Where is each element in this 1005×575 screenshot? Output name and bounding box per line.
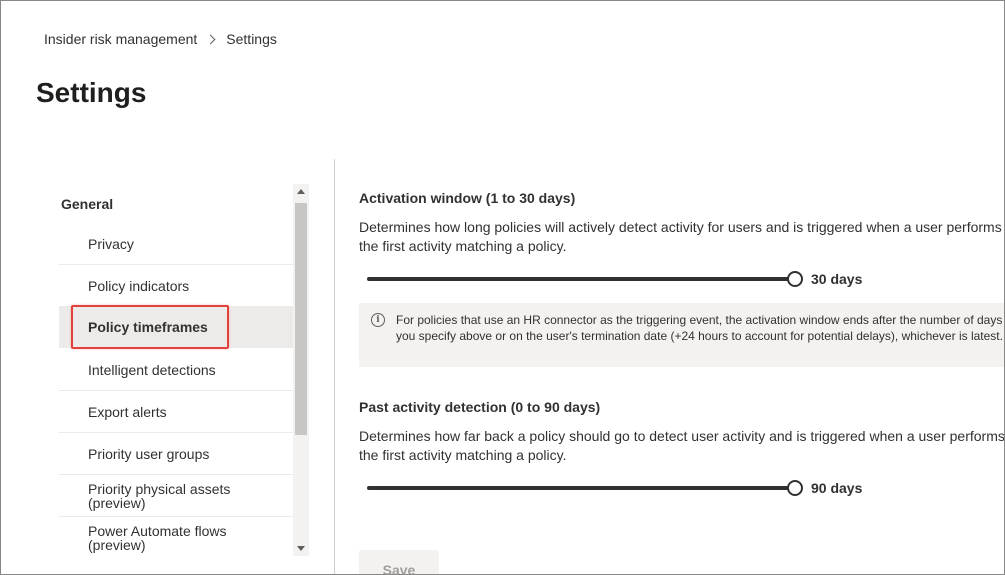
nav-item-priority-user-groups[interactable]: Priority user groups xyxy=(59,434,293,475)
activation-window-value: 30 days xyxy=(811,271,863,287)
content-divider xyxy=(334,159,335,574)
slider-track[interactable] xyxy=(367,486,792,490)
scroll-down-icon[interactable] xyxy=(297,546,305,551)
past-activity-value: 90 days xyxy=(811,480,863,496)
save-button[interactable]: Save xyxy=(359,550,439,574)
nav-item-power-automate-flows[interactable]: Power Automate flows (preview) xyxy=(59,518,293,559)
nav-item-policy-indicators[interactable]: Policy indicators xyxy=(59,266,293,307)
nav-item-priority-physical-assets[interactable]: Priority physical assets (preview) xyxy=(59,476,293,517)
app-frame: Insider risk management Settings Setting… xyxy=(0,0,1005,575)
nav-item-privacy[interactable]: Privacy xyxy=(59,224,293,265)
nav-item-export-alerts[interactable]: Export alerts xyxy=(59,392,293,433)
scroll-up-icon[interactable] xyxy=(297,189,305,194)
chevron-right-icon xyxy=(205,34,216,44)
info-icon: i xyxy=(371,313,385,327)
past-activity-title: Past activity detection (0 to 90 days) xyxy=(359,399,601,415)
info-message: i For policies that use an HR connector … xyxy=(359,303,1004,367)
past-activity-slider[interactable] xyxy=(367,478,803,498)
scroll-thumb[interactable] xyxy=(295,203,307,435)
past-activity-description: Determines how far back a policy should … xyxy=(359,428,1005,463)
breadcrumb: Insider risk management Settings xyxy=(44,31,277,47)
info-message-text: For policies that use an HR connector as… xyxy=(396,313,1003,343)
settings-nav: General Privacy Policy indicators Policy… xyxy=(59,181,293,561)
nav-item-policy-timeframes[interactable]: Policy timeframes xyxy=(59,307,293,348)
breadcrumb-settings: Settings xyxy=(226,31,277,47)
nav-scrollbar[interactable] xyxy=(293,184,309,556)
slider-track[interactable] xyxy=(367,277,792,281)
nav-item-intelligent-detections[interactable]: Intelligent detections xyxy=(59,350,293,391)
activation-window-description: Determines how long policies will active… xyxy=(359,219,1002,254)
page-title: Settings xyxy=(36,77,147,108)
nav-group-general: General xyxy=(61,196,114,212)
activation-window-slider[interactable] xyxy=(367,269,803,289)
activation-window-title: Activation window (1 to 30 days) xyxy=(359,190,576,206)
slider-thumb[interactable] xyxy=(787,271,803,287)
breadcrumb-insider-risk-management[interactable]: Insider risk management xyxy=(44,31,197,47)
slider-thumb[interactable] xyxy=(787,480,803,496)
